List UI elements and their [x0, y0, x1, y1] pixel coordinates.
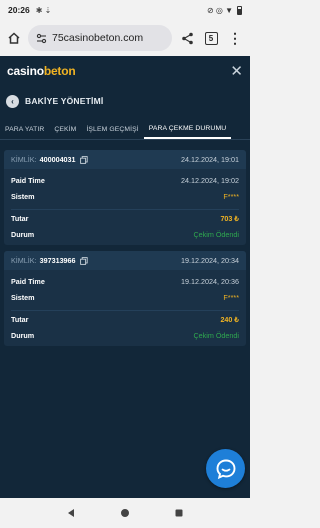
status-label: Durum: [11, 229, 35, 239]
system-value: F****: [223, 191, 239, 201]
share-button[interactable]: [178, 29, 196, 47]
tab-deposit[interactable]: PARA YATIR: [0, 119, 49, 139]
balance-tabs: PARA YATIR ÇEKİM İŞLEM GEÇMİŞİ PARA ÇEKM…: [0, 119, 250, 140]
withdrawal-card: KİMLİK: 400004031 24.12.2024, 19:01 Paid…: [4, 150, 246, 245]
amount-label: Tutar: [11, 314, 29, 324]
system-nav-bar: [0, 498, 250, 528]
app-panel: casinobeton ✕ ‹ BAKİYE YÖNETİMİ PARA YAT…: [0, 56, 250, 498]
card-body: Paid Time 24.12.2024, 19:02 Sistem F****…: [4, 169, 246, 245]
paid-time-row: Paid Time 24.12.2024, 19:02: [4, 172, 246, 188]
created-date: 19.12.2024, 20:34: [181, 256, 239, 265]
notification-icons: ✱ ⇣: [35, 5, 52, 15]
amount-value: 703 ₺: [220, 213, 239, 223]
status-label: Durum: [11, 330, 35, 340]
tab-count: 5: [204, 31, 218, 45]
paid-time-row: Paid Time 19.12.2024, 20:36: [4, 273, 246, 289]
close-button[interactable]: ✕: [230, 64, 243, 79]
signal-icons: ⊘ ◎ ▼: [206, 5, 233, 15]
status-row: Durum Çekim Ödendi: [4, 226, 246, 242]
paid-time-label: Paid Time: [11, 175, 45, 185]
paid-time-value: 24.12.2024, 19:02: [181, 175, 239, 185]
status-value: Çekim Ödendi: [193, 330, 239, 340]
status-value: Çekim Ödendi: [193, 229, 239, 239]
more-vert-icon: ⋮: [228, 30, 242, 46]
chat-bubble-icon: [216, 459, 235, 479]
url-text: 75casinobeton.com: [52, 32, 144, 44]
card-header: KİMLİK: 400004031 24.12.2024, 19:01: [4, 150, 246, 169]
status-bar: 20:26 ✱ ⇣ ⊘ ◎ ▼: [0, 0, 250, 20]
browser-toolbar: 75casinobeton.com 5 ⋮: [0, 20, 250, 56]
created-date: 24.12.2024, 19:01: [181, 155, 239, 164]
back-button[interactable]: ‹: [6, 94, 19, 108]
system-row: Sistem F****: [4, 289, 246, 305]
tab-transaction-history[interactable]: İŞLEM GEÇMİŞİ: [81, 119, 143, 139]
paid-time-label: Paid Time: [11, 276, 45, 286]
casinobeton-logo[interactable]: casinobeton: [7, 64, 76, 78]
amount-row: Tutar 703 ₺: [4, 210, 246, 226]
card-header: KİMLİK: 397313966 19.12.2024, 20:34: [4, 251, 246, 270]
system-value: F****: [223, 292, 239, 302]
status-time: 20:26: [8, 5, 30, 15]
app-header: casinobeton ✕: [0, 56, 250, 86]
id-label: KİMLİK:: [11, 256, 37, 265]
tab-withdrawal-status[interactable]: PARA ÇEKME DURUMU: [143, 119, 232, 139]
system-label: Sistem: [11, 191, 35, 201]
system-icons: ⊘ ◎ ▼: [206, 5, 242, 15]
id-value: 400004031: [39, 155, 76, 164]
amount-value: 240 ₺: [220, 314, 239, 324]
logo-text-beton: beton: [43, 64, 76, 78]
live-chat-button[interactable]: [206, 449, 245, 488]
recents-nav-icon[interactable]: [174, 508, 184, 518]
balance-management-header: ‹ BAKİYE YÖNETİMİ: [0, 87, 250, 115]
copy-icon[interactable]: [79, 155, 88, 164]
home-button[interactable]: [6, 30, 22, 46]
withdrawal-card: KİMLİK: 397313966 19.12.2024, 20:34 Paid…: [4, 251, 246, 346]
id-label: KİMLİK:: [11, 155, 37, 164]
tab-withdraw[interactable]: ÇEKİM: [49, 119, 81, 139]
browser-menu-button[interactable]: ⋮: [226, 29, 244, 47]
id-value: 397313966: [39, 256, 76, 265]
share-icon: [181, 32, 193, 44]
amount-row: Tutar 240 ₺: [4, 311, 246, 327]
tabs-button[interactable]: 5: [202, 29, 220, 47]
card-body: Paid Time 19.12.2024, 20:36 Sistem F****…: [4, 270, 246, 346]
back-nav-icon[interactable]: [66, 508, 76, 518]
close-icon: ✕: [230, 62, 243, 80]
chevron-left-icon: ‹: [11, 96, 14, 106]
system-label: Sistem: [11, 292, 35, 302]
battery-icon: [237, 5, 242, 15]
address-bar[interactable]: 75casinobeton.com: [28, 25, 172, 51]
status-row: Durum Çekim Ödendi: [4, 327, 246, 343]
system-row: Sistem F****: [4, 188, 246, 204]
copy-icon[interactable]: [79, 256, 88, 265]
home-icon: [8, 32, 20, 44]
site-settings-icon[interactable]: [36, 33, 47, 44]
logo-text-casino: asino: [13, 64, 44, 78]
paid-time-value: 19.12.2024, 20:36: [181, 276, 239, 286]
amount-label: Tutar: [11, 213, 29, 223]
home-nav-icon[interactable]: [120, 508, 130, 518]
page-title: BAKİYE YÖNETİMİ: [25, 96, 104, 106]
